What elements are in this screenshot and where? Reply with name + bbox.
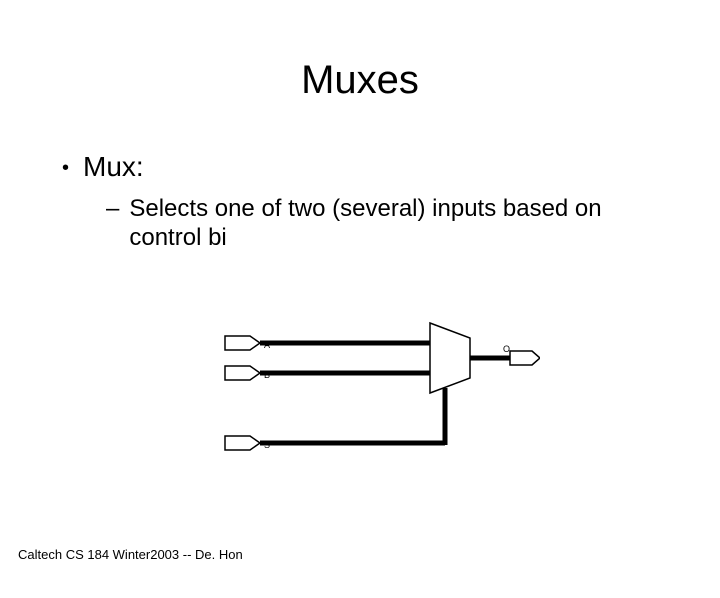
pin-label-o: O xyxy=(503,344,510,354)
slide-footer: Caltech CS 184 Winter2003 -- De. Hon xyxy=(18,547,243,562)
bullet-level-2: – Selects one of two (several) inputs ba… xyxy=(106,195,666,253)
mux-diagram: A B S xyxy=(220,318,540,493)
bullet-level-1: • Mux: xyxy=(62,151,720,183)
mux-body-icon xyxy=(430,323,470,393)
bullet-dot-icon: • xyxy=(62,157,69,180)
wire-s xyxy=(260,388,445,445)
slide: Muxes • Mux: – Selects one of two (sever… xyxy=(0,58,720,598)
bullet-1-text: Mux: xyxy=(83,151,144,183)
slide-title: Muxes xyxy=(0,58,720,103)
mux-svg: A B S xyxy=(220,318,540,488)
output-pin-o: O xyxy=(503,344,540,365)
bullet-2-text: Selects one of two (several) inputs base… xyxy=(129,195,666,253)
slide-content: • Mux: – Selects one of two (several) in… xyxy=(62,151,720,253)
bullet-dash-icon: – xyxy=(106,195,119,224)
